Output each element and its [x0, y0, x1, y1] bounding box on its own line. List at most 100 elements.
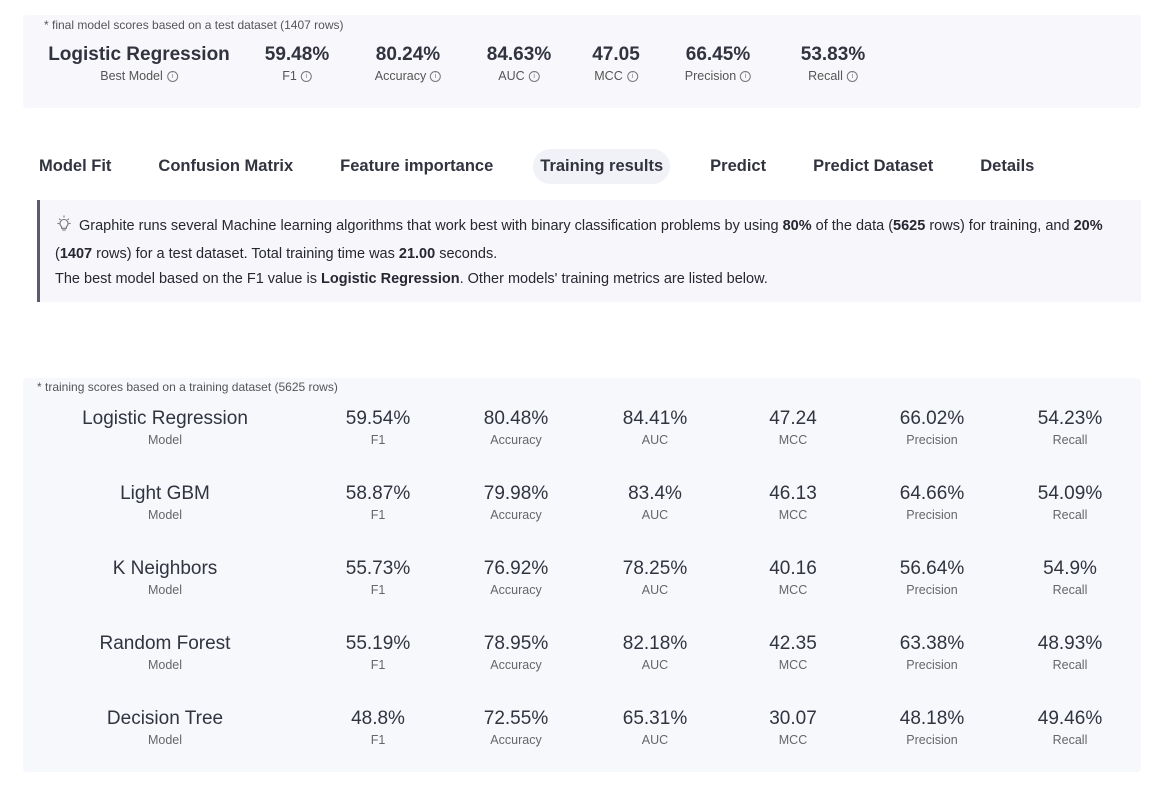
metric-accuracy: 80.24% Accuracy i [375, 43, 442, 83]
metric-recall: 53.83% Recall i [801, 43, 865, 83]
f1-value: 59.48% [264, 44, 330, 65]
accuracy-value: 72.55% [483, 708, 549, 729]
f1-label: F1 [282, 69, 297, 83]
best-model-value: Logistic Regression [48, 44, 230, 65]
table-row: Decision Tree Model 48.8% F1 72.55% Accuracy 6… [23, 707, 1141, 757]
info-text: of the data ( [811, 218, 894, 234]
info-bold: 80% [782, 218, 812, 234]
info-icon[interactable]: i [430, 70, 442, 82]
mcc-value: 47.05 [592, 44, 640, 65]
tab-bar: Model Fit Confusion Matrix Feature impor… [32, 146, 1074, 186]
accuracy-value: 78.95% [483, 633, 549, 654]
info-text: rows) for a test dataset. Total training… [92, 246, 399, 262]
table-row: Light GBM Model 58.87% F1 79.98% Accuracy 83.4… [23, 482, 1141, 532]
f1-value: 48.8% [351, 708, 405, 729]
cell-precision: 66.02% Precision [900, 407, 964, 449]
final-scores-note: * final model scores based on a test dat… [44, 18, 344, 32]
recall-label: Recall [1052, 658, 1088, 672]
model-label: Model [147, 658, 183, 672]
info-bold: 21.00 [398, 246, 436, 262]
cell-model: Logistic Regression Model [82, 407, 248, 449]
auc-value: 84.63% [486, 44, 552, 65]
cell-f1: 55.73% F1 [346, 557, 410, 599]
precision-value: 64.66% [899, 483, 965, 504]
cell-model: Light GBM Model [120, 482, 210, 524]
cell-f1: 59.54% F1 [346, 407, 410, 449]
mcc-value: 42.35 [769, 633, 817, 654]
info-bold: 20% [1073, 218, 1103, 234]
precision-value: 56.64% [899, 558, 965, 579]
accuracy-label: Accuracy [490, 583, 542, 597]
cell-accuracy: 76.92% Accuracy [484, 557, 548, 599]
accuracy-label: Accuracy [490, 433, 542, 447]
tab-model-fit[interactable]: Model Fit [32, 149, 118, 184]
tab-feature-importance[interactable]: Feature importance [333, 149, 500, 184]
f1-value: 55.19% [345, 633, 411, 654]
precision-value: 66.02% [899, 408, 965, 429]
table-row: Logistic Regression Model 59.54% F1 80.48% Ac… [23, 407, 1141, 457]
cell-f1: 48.8% F1 [351, 707, 405, 749]
cell-auc: 65.31% AUC [623, 707, 687, 749]
cell-accuracy: 78.95% Accuracy [484, 632, 548, 674]
recall-value: 53.83% [800, 44, 866, 65]
accuracy-value: 80.48% [483, 408, 549, 429]
tab-details[interactable]: Details [973, 149, 1041, 184]
tab-predict[interactable]: Predict [703, 149, 773, 184]
recall-value: 54.09% [1037, 483, 1103, 504]
tab-training-results[interactable]: Training results [533, 148, 671, 184]
info-icon[interactable]: i [166, 70, 178, 82]
model-value: K Neighbors [112, 558, 218, 579]
auc-value: 84.41% [622, 408, 688, 429]
cell-auc: 84.41% AUC [623, 407, 687, 449]
f1-value: 59.54% [345, 408, 411, 429]
info-bold: 1407 [59, 246, 93, 262]
mcc-label: MCC [594, 69, 623, 83]
precision-label: Precision [906, 433, 958, 447]
info-icon[interactable]: i [300, 70, 312, 82]
f1-label: F1 [370, 733, 386, 747]
info-text: rows) for training, and [925, 218, 1074, 234]
cell-model: Random Forest Model [100, 632, 231, 674]
metric-precision: 66.45% Precision i [685, 43, 752, 83]
cell-auc: 83.4% AUC [628, 482, 682, 524]
model-label: Model [147, 583, 183, 597]
info-icon[interactable]: i [528, 70, 540, 82]
info-icon[interactable]: i [740, 70, 752, 82]
best-model-label: Best Model [100, 69, 163, 83]
auc-label: AUC [641, 433, 669, 447]
info-line-2: The best model based on the F1 value is … [55, 267, 1127, 292]
cell-mcc: 42.35 MCC [769, 632, 817, 674]
recall-value: 54.9% [1043, 558, 1097, 579]
cell-recall: 48.93% Recall [1038, 632, 1102, 674]
tab-confusion-matrix[interactable]: Confusion Matrix [151, 149, 300, 184]
mcc-label: MCC [778, 658, 808, 672]
info-line-1: Graphite runs several Machine learning a… [55, 214, 1127, 267]
f1-value: 58.87% [345, 483, 411, 504]
auc-label: AUC [641, 733, 669, 747]
table-row: Random Forest Model 55.19% F1 78.95% Accuracy… [23, 632, 1141, 682]
info-bold: 5625 [893, 218, 926, 234]
auc-value: 82.18% [622, 633, 688, 654]
auc-value: 83.4% [628, 483, 682, 504]
auc-label: AUC [641, 658, 669, 672]
cell-precision: 48.18% Precision [900, 707, 964, 749]
cell-precision: 56.64% Precision [900, 557, 964, 599]
f1-value: 55.73% [345, 558, 411, 579]
mcc-label: MCC [778, 433, 808, 447]
recall-label: Recall [1052, 583, 1088, 597]
cell-recall: 54.09% Recall [1038, 482, 1102, 524]
tab-predict-dataset[interactable]: Predict Dataset [806, 149, 940, 184]
accuracy-value: 76.92% [483, 558, 549, 579]
cell-mcc: 40.16 MCC [769, 557, 817, 599]
recall-label: Recall [1052, 433, 1088, 447]
info-text: seconds. [435, 246, 498, 262]
auc-value: 78.25% [622, 558, 688, 579]
mcc-value: 46.13 [769, 483, 817, 504]
recall-value: 48.93% [1037, 633, 1103, 654]
info-icon[interactable]: i [846, 70, 858, 82]
cell-recall: 54.23% Recall [1038, 407, 1102, 449]
accuracy-label: Accuracy [490, 733, 542, 747]
info-text: Graphite runs several Machine learning a… [79, 218, 783, 234]
info-icon[interactable]: i [626, 70, 638, 82]
model-value: Random Forest [99, 633, 231, 654]
